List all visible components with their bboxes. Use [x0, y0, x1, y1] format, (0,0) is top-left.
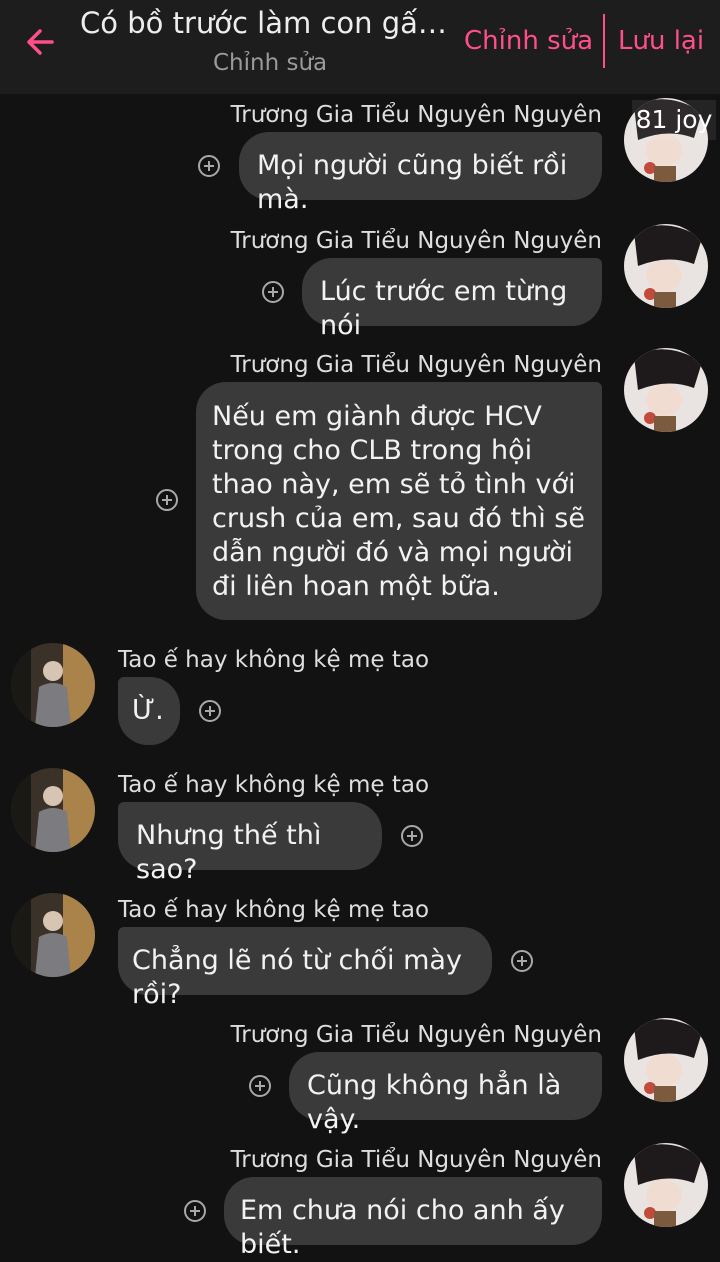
message-bubble[interactable]: Ừ. [118, 677, 180, 745]
save-button[interactable]: Lưu lại [618, 26, 704, 56]
message-bubble[interactable]: Em chưa nói cho anh ấy biết. [224, 1177, 602, 1260]
message-bubble[interactable]: Nhưng thế thì sao? [118, 802, 382, 885]
add-reaction-icon[interactable] [511, 950, 533, 972]
message-bubble[interactable]: Lúc trước em từng nói [302, 258, 602, 341]
avatar[interactable] [11, 768, 95, 852]
sender-name: Trương Gia Tiểu Nguyên Nguyên [230, 352, 602, 378]
add-reaction-icon[interactable] [401, 825, 423, 847]
message-row: Tao ế hay không kệ mẹ tao Nhưng thế thì … [0, 768, 720, 885]
message-row: Trương Gia Tiểu Nguyên Nguyên Lúc trước … [0, 224, 720, 341]
sender-name: Trương Gia Tiểu Nguyên Nguyên [230, 102, 602, 128]
message-row: Tao ế hay không kệ mẹ tao Chẳng lẽ nó từ… [0, 893, 720, 1010]
sender-name: Tao ế hay không kệ mẹ tao [118, 897, 430, 923]
add-reaction-icon[interactable] [198, 155, 220, 177]
avatar[interactable] [624, 1143, 708, 1227]
message-bubble[interactable]: Mọi người cũng biết rồi mà. [239, 132, 602, 215]
top-bar: Có bồ trước làm con gấu ... Chỉnh sửa Ch… [0, 0, 720, 94]
message-row: Trương Gia Tiểu Nguyên Nguyên Mọi người … [0, 98, 720, 215]
message-bubble[interactable]: Nếu em giành được HCV trong cho CLB tron… [196, 382, 602, 620]
avatar[interactable] [624, 1018, 708, 1102]
divider [603, 14, 605, 68]
watermark-text: 81 joy [632, 100, 716, 140]
message-row: Trương Gia Tiểu Nguyên Nguyên Cũng không… [0, 1018, 720, 1135]
avatar[interactable] [11, 893, 95, 977]
add-reaction-icon[interactable] [249, 1075, 271, 1097]
conversation-subtitle: Chỉnh sửa [213, 50, 328, 76]
conversation-title: Có bồ trước làm con gấu ... [80, 6, 460, 40]
message-row: Tao ế hay không kệ mẹ tao Ừ. [0, 643, 720, 753]
add-reaction-icon[interactable] [199, 700, 221, 722]
edit-button[interactable]: Chỉnh sửa [464, 26, 593, 56]
message-bubble[interactable]: Cũng không hẳn là vậy. [289, 1052, 602, 1135]
sender-name: Tao ế hay không kệ mẹ tao [118, 772, 430, 798]
avatar[interactable] [624, 224, 708, 308]
sender-name: Trương Gia Tiểu Nguyên Nguyên [230, 1147, 602, 1173]
sender-name: Tao ế hay không kệ mẹ tao [118, 647, 430, 673]
avatar[interactable] [11, 643, 95, 727]
message-row: Trương Gia Tiểu Nguyên Nguyên Em chưa nó… [0, 1143, 720, 1260]
avatar[interactable] [624, 348, 708, 432]
back-arrow-icon[interactable] [22, 22, 62, 62]
add-reaction-icon[interactable] [262, 281, 284, 303]
add-reaction-icon[interactable] [156, 489, 178, 511]
message-bubble[interactable]: Chẳng lẽ nó từ chối mày rồi? [118, 927, 492, 1010]
sender-name: Trương Gia Tiểu Nguyên Nguyên [230, 228, 602, 254]
message-row: Trương Gia Tiểu Nguyên Nguyên Nếu em già… [0, 348, 720, 628]
add-reaction-icon[interactable] [184, 1200, 206, 1222]
sender-name: Trương Gia Tiểu Nguyên Nguyên [230, 1022, 602, 1048]
